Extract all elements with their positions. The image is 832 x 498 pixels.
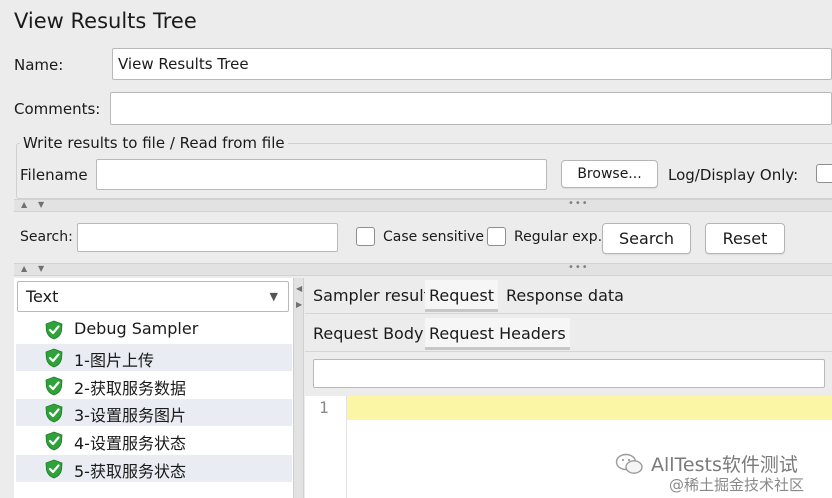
collapse-right-arrow-icon[interactable]: ▶ bbox=[296, 300, 302, 309]
collapse-down-arrow-icon[interactable]: ▼ bbox=[38, 264, 44, 273]
watermark: AllTests软件测试 @稀土掘金技术社区 bbox=[615, 450, 825, 494]
log-display-only-label: Log/Display Only: bbox=[668, 166, 799, 184]
watermark-subtitle: @稀土掘金技术社区 bbox=[669, 476, 805, 494]
main-tab-bar: Sampler result Request Response data bbox=[305, 280, 832, 312]
renderer-select-value: Text bbox=[26, 287, 59, 306]
sub-tab-bar: Request Body Request Headers bbox=[305, 318, 832, 350]
tab-separator bbox=[305, 351, 832, 352]
success-shield-check-icon bbox=[45, 320, 63, 340]
collapse-left-arrow-icon[interactable]: ◀ bbox=[296, 284, 302, 293]
line-number: 1 bbox=[319, 398, 329, 417]
tree-item-label: 4-设置服务状态 bbox=[74, 434, 186, 454]
splitter-middle[interactable] bbox=[14, 263, 832, 276]
current-line-highlight bbox=[347, 396, 832, 420]
success-shield-check-icon bbox=[45, 376, 63, 396]
regular-exp-checkbox[interactable] bbox=[487, 227, 506, 246]
tab-sampler-result[interactable]: Sampler result bbox=[309, 280, 434, 312]
success-shield-check-icon bbox=[45, 403, 63, 423]
reset-button[interactable]: Reset bbox=[705, 223, 785, 254]
name-field[interactable]: View Results Tree bbox=[112, 48, 832, 80]
line-gutter: 1 bbox=[305, 396, 347, 498]
watermark-title: AllTests软件测试 bbox=[651, 454, 798, 476]
success-shield-check-icon bbox=[45, 459, 63, 479]
success-shield-check-icon bbox=[45, 431, 63, 451]
browse-button[interactable]: Browse... bbox=[561, 160, 658, 188]
headers-search-field[interactable] bbox=[313, 359, 825, 388]
collapse-up-arrow-icon[interactable]: ▲ bbox=[21, 264, 27, 273]
case-sensitive-label: Case sensitive bbox=[383, 229, 484, 245]
case-sensitive-checkbox[interactable] bbox=[356, 227, 375, 246]
page-title: View Results Tree bbox=[14, 9, 197, 33]
tree-item[interactable]: 2-获取服务数据 bbox=[16, 372, 292, 399]
search-input[interactable] bbox=[77, 223, 338, 252]
comments-field[interactable] bbox=[110, 92, 832, 125]
tree-item-label: 1-图片上传 bbox=[74, 350, 154, 370]
wechat-logo-icon bbox=[615, 453, 643, 474]
tree-item-label: 5-获取服务状态 bbox=[74, 462, 186, 481]
tab-separator bbox=[305, 313, 832, 314]
tree-item[interactable]: 4-设置服务状态 bbox=[16, 427, 292, 454]
name-field-value: View Results Tree bbox=[118, 55, 249, 73]
file-panel-legend: Write results to file / Read from file bbox=[20, 134, 288, 152]
tab-request-headers[interactable]: Request Headers bbox=[425, 318, 570, 350]
tab-response-data[interactable]: Response data bbox=[502, 280, 628, 312]
success-shield-check-icon bbox=[45, 348, 63, 368]
tree-item-label: 2-获取服务数据 bbox=[74, 378, 186, 398]
tab-request[interactable]: Request bbox=[425, 280, 498, 312]
chevron-down-icon: ▼ bbox=[269, 290, 278, 303]
regular-exp-label: Regular exp. bbox=[514, 229, 603, 245]
search-button[interactable]: Search bbox=[602, 223, 691, 254]
comments-label: Comments: bbox=[14, 100, 101, 118]
tree-item[interactable]: 1-图片上传 bbox=[16, 343, 292, 371]
splitter-top[interactable] bbox=[14, 199, 832, 212]
splitter-grip-icon[interactable]: ••• bbox=[568, 198, 589, 209]
tree-item[interactable]: Debug Sampler bbox=[16, 316, 292, 343]
tab-request-body[interactable]: Request Body bbox=[309, 318, 427, 350]
log-display-only-checkbox[interactable] bbox=[816, 164, 832, 183]
collapse-up-arrow-icon[interactable]: ▲ bbox=[21, 200, 27, 209]
filename-field[interactable] bbox=[96, 159, 547, 190]
search-label: Search: bbox=[20, 229, 73, 245]
collapse-down-arrow-icon[interactable]: ▼ bbox=[38, 200, 44, 209]
tree-item[interactable]: 3-设置服务图片 bbox=[16, 399, 292, 427]
tree-item-label: Debug Sampler bbox=[74, 319, 199, 338]
splitter-grip-icon[interactable]: ••• bbox=[568, 262, 589, 273]
name-label: Name: bbox=[14, 56, 64, 74]
tree-item-label: 3-设置服务图片 bbox=[74, 406, 186, 426]
splitter-vertical[interactable] bbox=[293, 278, 304, 498]
filename-label: Filename bbox=[20, 166, 88, 184]
tree-item[interactable]: 5-获取服务状态 bbox=[16, 455, 292, 482]
renderer-select[interactable]: Text ▼ bbox=[17, 281, 289, 312]
